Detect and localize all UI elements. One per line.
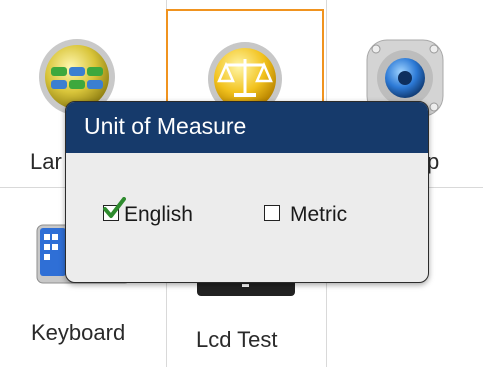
- tile-lcd-test-label: Lcd Test: [196, 327, 278, 352]
- tile-language-label: Lar: [30, 149, 62, 174]
- tile-keyboard-label: Keyboard: [31, 320, 126, 345]
- metric-label[interactable]: Metric: [290, 203, 347, 227]
- english-checkbox[interactable]: [103, 197, 126, 221]
- checkmark-icon: [103, 197, 126, 218]
- dialog-title: Unit of Measure: [84, 113, 247, 139]
- english-label[interactable]: English: [124, 203, 193, 227]
- metric-checkbox[interactable]: [264, 205, 280, 221]
- dialog-header: Unit of Measure: [66, 102, 428, 153]
- unit-of-measure-dialog: Unit of Measure English Metric: [65, 101, 429, 283]
